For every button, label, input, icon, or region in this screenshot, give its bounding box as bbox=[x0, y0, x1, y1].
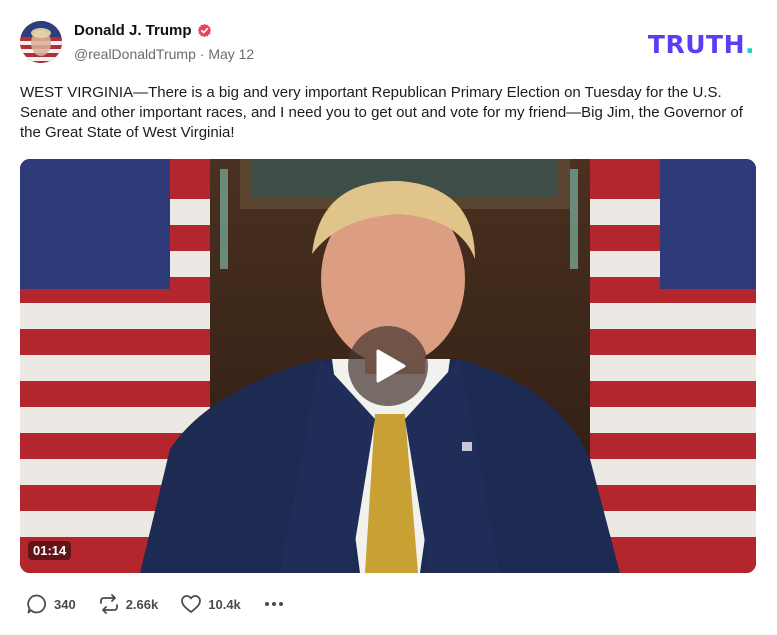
truth-post: Donald J. Trump @realDonaldTrump · May 1… bbox=[0, 0, 777, 635]
heart-icon bbox=[181, 595, 202, 613]
author-name-row: Donald J. Trump bbox=[74, 22, 212, 39]
post-date[interactable]: May 12 bbox=[208, 46, 254, 62]
verified-badge-icon bbox=[197, 23, 211, 38]
retruth-count: 2.66k bbox=[125, 596, 159, 612]
logo-text: TRUTH bbox=[647, 30, 745, 59]
right-flag bbox=[590, 159, 756, 573]
reply-count: 340 bbox=[54, 596, 76, 612]
author-meta: @realDonaldTrump · May 12 bbox=[74, 46, 254, 62]
play-button[interactable] bbox=[348, 326, 428, 406]
retruth-button[interactable]: 2.66k bbox=[98, 593, 159, 615]
play-icon bbox=[376, 349, 406, 383]
like-button[interactable]: 10.4k bbox=[180, 593, 241, 615]
meta-separator: · bbox=[199, 46, 205, 62]
avatar-image bbox=[20, 21, 62, 63]
reply-button[interactable]: 340 bbox=[26, 593, 76, 615]
more-icon bbox=[264, 602, 283, 606]
like-count: 10.4k bbox=[208, 596, 241, 612]
video-duration: 01:14 bbox=[28, 541, 72, 560]
more-options-button[interactable] bbox=[263, 593, 285, 615]
video-player[interactable]: 01:14 bbox=[20, 159, 756, 573]
truth-social-logo[interactable]: TRUTH. bbox=[648, 30, 755, 59]
author-handle[interactable]: @realDonaldTrump bbox=[74, 46, 196, 62]
logo-dot: . bbox=[745, 30, 755, 59]
author-name[interactable]: Donald J. Trump bbox=[74, 22, 192, 39]
post-actions: 340 2.66k 10.4k bbox=[26, 593, 307, 615]
post-text: WEST VIRGINIA—There is a big and very im… bbox=[20, 84, 743, 141]
retruth-icon bbox=[99, 594, 118, 614]
reply-icon bbox=[27, 594, 46, 614]
avatar[interactable] bbox=[20, 21, 62, 63]
